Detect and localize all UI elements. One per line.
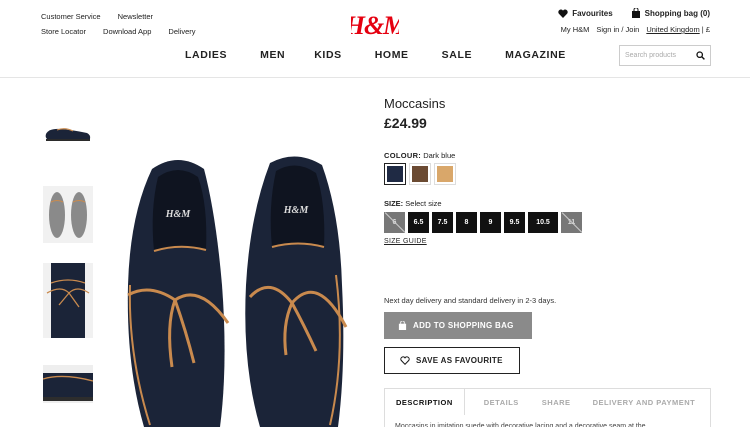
description-text: Moccasins in imitation suede with decora… bbox=[395, 423, 646, 427]
search-input[interactable]: Search products bbox=[619, 45, 711, 66]
save-favourite-button[interactable]: SAVE AS FAVOURITE bbox=[384, 347, 520, 374]
colour-label: COLOUR: Dark blue bbox=[384, 151, 455, 160]
size-label: SIZE: Select size bbox=[384, 199, 442, 208]
swatch-dark-blue[interactable] bbox=[384, 163, 406, 185]
size-option: 11 bbox=[561, 212, 582, 233]
tab-details[interactable]: DETAILS bbox=[465, 398, 531, 407]
search-placeholder: Search products bbox=[625, 52, 676, 59]
favourites-label: Favourites bbox=[572, 8, 613, 18]
thumbnail-sole-view[interactable] bbox=[43, 186, 93, 243]
account-sub-links: My H&M Sign in / Join United Kingdom | £ bbox=[561, 25, 710, 34]
store-locator-link[interactable]: Store Locator bbox=[41, 27, 86, 36]
size-selector: 6 6.5 7.5 8 9 9.5 10.5 11 bbox=[384, 212, 582, 233]
size-option[interactable]: 6.5 bbox=[408, 212, 429, 233]
heart-outline-icon bbox=[400, 356, 410, 365]
product-main-image[interactable]: H&M H&M bbox=[120, 155, 350, 427]
nav-home[interactable]: HOME bbox=[375, 49, 409, 61]
tab-share[interactable]: SHARE bbox=[531, 398, 582, 407]
tab-description[interactable]: DESCRIPTION bbox=[385, 389, 465, 415]
shopping-bag-link[interactable]: Shopping bag (0) bbox=[631, 8, 710, 18]
delivery-note: Next day delivery and standard delivery … bbox=[384, 296, 557, 305]
right-shoe-logo: H&M bbox=[283, 205, 310, 216]
header-divider bbox=[0, 77, 750, 78]
main-nav: LADIES MEN KIDS HOME SALE MAGAZINE bbox=[185, 49, 599, 61]
swatch-brown[interactable] bbox=[409, 163, 431, 185]
tab-delivery-payment[interactable]: DELIVERY AND PAYMENT bbox=[582, 398, 707, 407]
shopping-bag-label: Shopping bag (0) bbox=[644, 8, 710, 18]
favourites-link[interactable]: Favourites bbox=[558, 8, 613, 18]
bag-icon bbox=[398, 321, 407, 330]
nav-men[interactable]: MEN bbox=[260, 49, 285, 61]
top-links: Customer Service Newsletter Store Locato… bbox=[41, 9, 213, 39]
add-to-bag-button[interactable]: ADD TO SHOPPING BAG bbox=[384, 312, 532, 339]
size-hint: Select size bbox=[405, 199, 442, 208]
colour-value: Dark blue bbox=[423, 151, 456, 160]
product-price: £24.99 bbox=[384, 115, 427, 131]
currency-label: | £ bbox=[701, 25, 710, 34]
thumbnail-side-view[interactable] bbox=[43, 108, 93, 153]
save-favourite-label: SAVE AS FAVOURITE bbox=[416, 356, 503, 365]
product-name: Moccasins bbox=[384, 96, 446, 111]
swatch-tan[interactable] bbox=[434, 163, 456, 185]
bag-icon bbox=[631, 8, 640, 18]
size-option: 6 bbox=[384, 212, 405, 233]
download-app-link[interactable]: Download App bbox=[103, 27, 151, 36]
size-option[interactable]: 9.5 bbox=[504, 212, 525, 233]
logo-text: H&M bbox=[351, 11, 399, 40]
nav-sale[interactable]: SALE bbox=[442, 49, 472, 61]
account-bar: Favourites Shopping bag (0) bbox=[558, 8, 710, 18]
delivery-link[interactable]: Delivery bbox=[168, 27, 195, 36]
nav-magazine[interactable]: MAGAZINE bbox=[505, 49, 566, 61]
sign-in-link[interactable]: Sign in / Join bbox=[596, 25, 639, 34]
newsletter-link[interactable]: Newsletter bbox=[118, 12, 153, 21]
thumbnail-close-up[interactable] bbox=[42, 365, 94, 403]
size-option[interactable]: 10.5 bbox=[528, 212, 558, 233]
heart-icon bbox=[558, 9, 568, 18]
hm-logo[interactable]: H&M bbox=[351, 7, 399, 41]
size-option[interactable]: 8 bbox=[456, 212, 477, 233]
thumbnail-top-view[interactable] bbox=[43, 263, 93, 338]
colour-label-key: COLOUR: bbox=[384, 151, 422, 160]
colour-swatches bbox=[384, 163, 456, 185]
country-selector[interactable]: United Kingdom bbox=[646, 25, 699, 34]
add-to-bag-label: ADD TO SHOPPING BAG bbox=[413, 321, 514, 330]
nav-kids[interactable]: KIDS bbox=[314, 49, 342, 61]
nav-ladies[interactable]: LADIES bbox=[185, 49, 227, 61]
left-shoe-logo: H&M bbox=[165, 209, 192, 220]
size-label-key: SIZE: bbox=[384, 199, 404, 208]
my-hm-link[interactable]: My H&M bbox=[561, 25, 590, 34]
search-icon[interactable] bbox=[696, 51, 705, 60]
product-info-tabs: DESCRIPTION DETAILS SHARE DELIVERY AND P… bbox=[384, 388, 711, 427]
size-guide-link[interactable]: SIZE GUIDE bbox=[384, 238, 427, 245]
size-option[interactable]: 9 bbox=[480, 212, 501, 233]
size-option[interactable]: 7.5 bbox=[432, 212, 453, 233]
customer-service-link[interactable]: Customer Service bbox=[41, 12, 101, 21]
